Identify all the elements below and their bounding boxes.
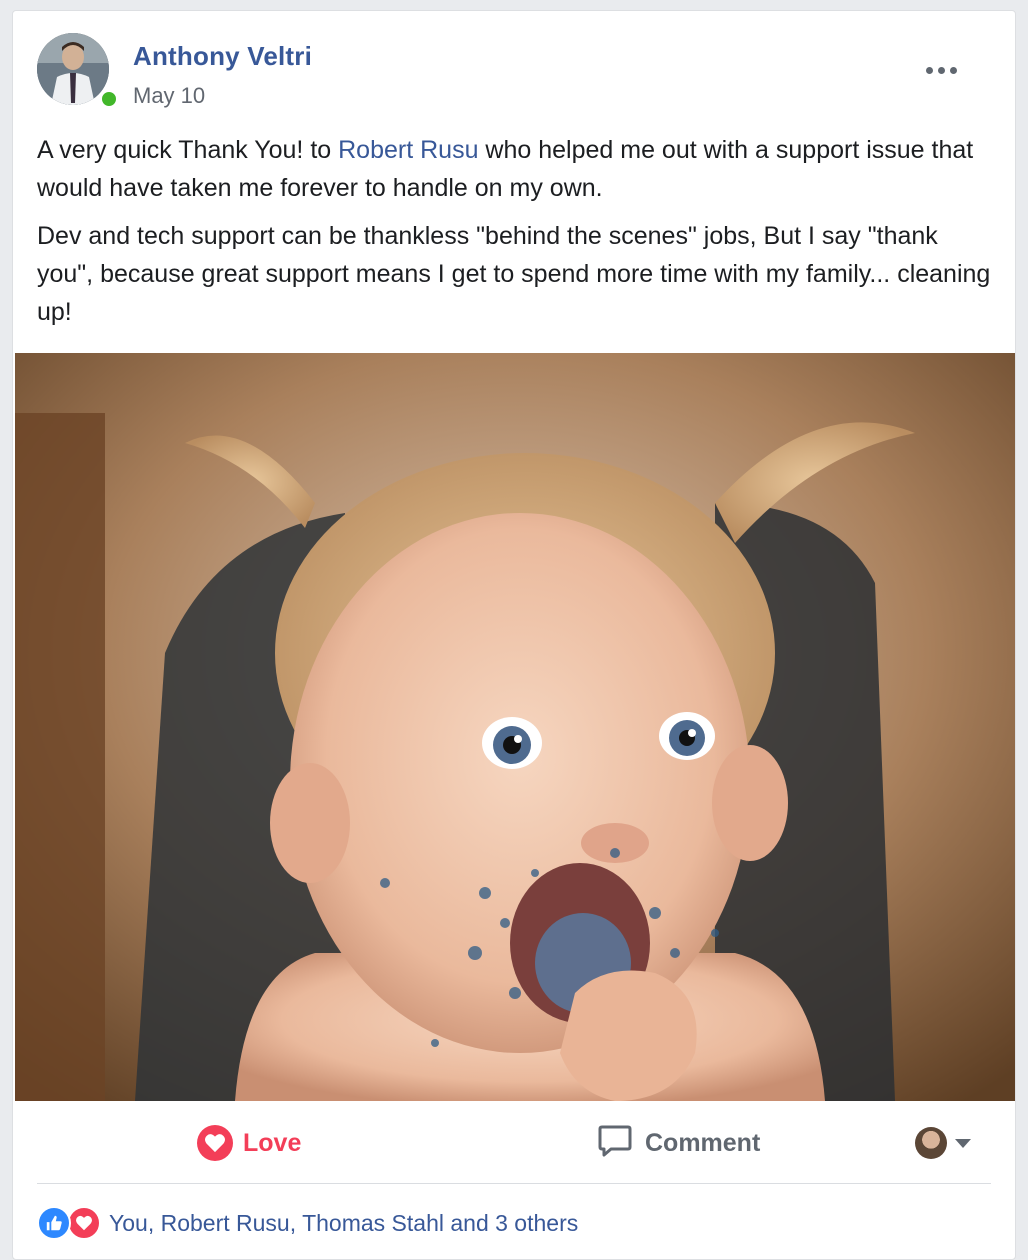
post-card: Anthony Veltri May 10 A very quick Thank… bbox=[12, 10, 1016, 1260]
post-body: A very quick Thank You! to Robert Rusu w… bbox=[37, 131, 997, 341]
mention-link[interactable]: Robert Rusu bbox=[338, 136, 478, 164]
post-actions-bar: Love Comment bbox=[13, 1103, 1015, 1183]
post-timestamp[interactable]: May 10 bbox=[133, 83, 205, 109]
post-paragraph-2: Dev and tech support can be thankless "b… bbox=[37, 222, 991, 326]
reactions-summary[interactable]: You, Robert Rusu, Thomas Stahl and 3 oth… bbox=[37, 1205, 578, 1241]
comment-label: Comment bbox=[645, 1128, 761, 1157]
post-header: Anthony Veltri May 10 bbox=[37, 33, 977, 117]
author-avatar[interactable] bbox=[37, 33, 109, 105]
like-thumb-icon bbox=[37, 1206, 71, 1240]
paragraph-text: A very quick Thank You! to bbox=[37, 136, 339, 164]
love-button[interactable]: Love bbox=[197, 1121, 301, 1165]
more-options-icon[interactable] bbox=[923, 63, 959, 77]
love-heart-icon bbox=[67, 1206, 101, 1240]
reaction-icons bbox=[37, 1206, 103, 1240]
online-status-indicator bbox=[99, 89, 119, 109]
divider bbox=[37, 1183, 991, 1184]
user-avatar bbox=[915, 1127, 947, 1159]
comment-button[interactable]: Comment bbox=[597, 1121, 760, 1165]
caret-down-icon bbox=[955, 1138, 971, 1148]
love-label: Love bbox=[243, 1128, 302, 1157]
post-photo[interactable] bbox=[15, 353, 1015, 1101]
comment-bubble-icon bbox=[597, 1123, 633, 1164]
reactors-text[interactable]: You, Robert Rusu, Thomas Stahl and 3 oth… bbox=[109, 1210, 578, 1237]
author-name[interactable]: Anthony Veltri bbox=[133, 41, 312, 72]
reaction-as-selector[interactable] bbox=[915, 1121, 971, 1165]
post-paragraph-1: A very quick Thank You! to Robert Rusu w… bbox=[37, 131, 997, 207]
heart-icon bbox=[197, 1125, 233, 1161]
